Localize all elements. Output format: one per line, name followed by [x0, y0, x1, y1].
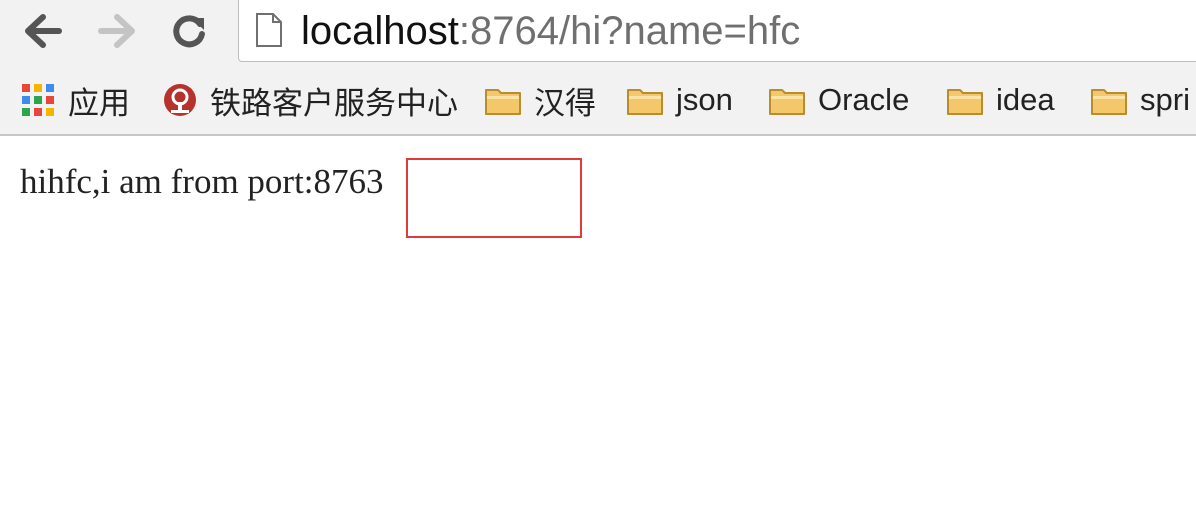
- bookmark-label: Oracle: [818, 82, 910, 117]
- apps-grid-icon: [22, 84, 54, 116]
- bookmark-label: idea: [996, 82, 1055, 117]
- arrow-right-icon: [98, 14, 135, 48]
- bookmark-folder-spring[interactable]: spri: [1090, 72, 1190, 128]
- bookmark-label: spri: [1140, 82, 1190, 117]
- url-path: :8764/hi?name=hfc: [458, 9, 801, 53]
- folder-icon: [627, 89, 663, 115]
- railway-logo-icon: [164, 84, 196, 116]
- address-bar[interactable]: localhost:8764/hi?name=hfc: [238, 0, 1196, 62]
- bookmark-label: 应用: [68, 85, 130, 121]
- bookmark-folder-idea[interactable]: idea: [946, 72, 1055, 128]
- arrow-left-icon: [25, 14, 62, 48]
- folder-icon: [1091, 89, 1127, 115]
- bookmark-folder-json[interactable]: json: [626, 72, 733, 128]
- bookmark-label: 汉得: [534, 85, 596, 121]
- bookmark-folder-oracle[interactable]: Oracle: [768, 72, 909, 128]
- page-icon: [256, 13, 282, 47]
- browser-chrome: localhost:8764/hi?name=hfc 应用 铁路客户服务中心 汉…: [0, 0, 1196, 136]
- page-response-text: hihfc,i am from port:8763: [20, 162, 384, 201]
- back-button[interactable]: [18, 8, 68, 54]
- bookmark-folder-hande[interactable]: 汉得: [484, 72, 596, 128]
- forward-button[interactable]: [92, 8, 142, 54]
- bookmark-label: 铁路客户服务中心: [210, 85, 458, 121]
- reload-button[interactable]: [164, 8, 214, 54]
- reload-icon: [173, 15, 205, 48]
- folder-icon: [485, 89, 521, 115]
- url-host: localhost: [301, 9, 459, 53]
- bookmark-label: json: [676, 82, 733, 117]
- bookmark-apps[interactable]: 应用: [20, 72, 130, 128]
- bookmark-railway[interactable]: 铁路客户服务中心: [162, 72, 458, 128]
- folder-icon: [947, 89, 983, 115]
- folder-icon: [769, 89, 805, 115]
- bookmarks-bar: 应用 铁路客户服务中心 汉得 json Oracle idea spri: [0, 72, 1196, 128]
- annotation-highlight-box: [406, 158, 582, 238]
- url-text[interactable]: localhost:8764/hi?name=hfc: [301, 8, 800, 54]
